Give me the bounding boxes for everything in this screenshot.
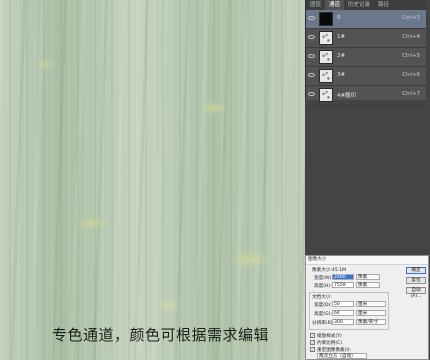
tab-channels[interactable]: 通道 bbox=[325, 0, 345, 10]
pixel-width-input[interactable]: 2480 bbox=[332, 274, 354, 280]
reset-button[interactable]: 复位 bbox=[406, 277, 426, 284]
doc-width-label: 宽度(D): bbox=[314, 303, 332, 308]
auto-button[interactable]: 自动(A)... bbox=[406, 287, 426, 299]
pixel-width-unit-select[interactable]: 像素 bbox=[356, 274, 380, 280]
visibility-eye-icon[interactable] bbox=[308, 54, 315, 58]
pixel-height-input[interactable]: 7559 bbox=[332, 282, 354, 288]
resolution-unit-select[interactable]: 像素/英寸 bbox=[356, 319, 386, 325]
channel-shortcut: Ctrl+3 bbox=[402, 15, 420, 21]
channel-row[interactable]: 2# Ctrl+5 bbox=[306, 48, 426, 67]
channel-shortcut: Ctrl+5 bbox=[402, 53, 420, 59]
resample-checkbox[interactable]: ✓ bbox=[310, 347, 315, 352]
channel-thumbnail bbox=[319, 50, 333, 64]
channel-name: 0 bbox=[337, 15, 341, 21]
channel-thumbnail bbox=[319, 69, 333, 83]
channel-row[interactable]: 3# Ctrl+6 bbox=[306, 67, 426, 86]
channel-shortcut: Ctrl+7 bbox=[402, 91, 420, 97]
image-size-dialog: 图像大小 像素大小:45.1M 宽度(W): 2480 像素 高度(H): 75… bbox=[305, 255, 429, 360]
document-canvas[interactable]: 专色通道，颜色可根据需求编辑 bbox=[0, 0, 305, 360]
doc-height-input[interactable]: 64 bbox=[332, 310, 354, 316]
ok-button[interactable]: 确定 bbox=[406, 267, 426, 274]
visibility-eye-icon[interactable] bbox=[308, 16, 315, 20]
resample-method-select[interactable]: 两次立方（自动） bbox=[317, 353, 367, 359]
constrain-proportions-checkbox[interactable]: ✓ bbox=[310, 340, 315, 345]
scale-styles-checkbox[interactable]: ✓ bbox=[310, 333, 315, 338]
channels-panel: 图层 通道 历史记录 路径 0 Ctrl+3 1# Ctrl+4 2# Ctrl… bbox=[305, 0, 426, 105]
doc-height-label: 高度(G): bbox=[314, 312, 332, 317]
channel-name: 1# bbox=[337, 34, 346, 40]
channel-thumbnail bbox=[319, 31, 333, 45]
dialog-title: 图像大小 bbox=[306, 256, 428, 265]
channel-shortcut: Ctrl+4 bbox=[402, 34, 420, 40]
doc-width-input[interactable]: 50 bbox=[332, 301, 354, 307]
document-size-label: 文档大小: bbox=[312, 295, 332, 300]
doc-width-unit-select[interactable]: 厘米 bbox=[356, 301, 386, 307]
visibility-eye-icon[interactable] bbox=[308, 92, 315, 96]
canvas-caption: 专色通道，颜色可根据需求编辑 bbox=[52, 326, 270, 344]
pixel-height-unit-select[interactable]: 像素 bbox=[356, 282, 380, 288]
channel-thumbnail bbox=[319, 88, 333, 102]
scale-styles-label: 缩放样式(Y) bbox=[317, 334, 342, 339]
visibility-eye-icon[interactable] bbox=[308, 73, 315, 77]
visibility-eye-icon[interactable] bbox=[308, 35, 315, 39]
panel-tabs: 图层 通道 历史记录 路径 bbox=[306, 0, 426, 10]
pixel-height-label: 高度(H): bbox=[314, 284, 332, 289]
channel-thumbnail bbox=[319, 12, 333, 26]
tab-layers[interactable]: 图层 bbox=[306, 0, 325, 10]
channel-row[interactable]: 4#腹印 Ctrl+7 bbox=[306, 86, 426, 105]
channel-shortcut: Ctrl+6 bbox=[402, 72, 420, 78]
constrain-proportions-label: 约束比例(C) bbox=[317, 341, 343, 346]
channel-name: 3# bbox=[337, 72, 346, 78]
doc-height-unit-select[interactable]: 厘米 bbox=[356, 310, 386, 316]
tab-history[interactable]: 历史记录 bbox=[344, 0, 374, 10]
resolution-input[interactable]: 300 bbox=[332, 319, 354, 325]
resolution-label: 分辨率(R): bbox=[312, 321, 335, 326]
channel-name: 2# bbox=[337, 53, 346, 59]
tab-paths[interactable]: 路径 bbox=[374, 0, 393, 10]
pixel-size-label: 像素大小:45.1M bbox=[312, 268, 347, 273]
channel-name: 4#腹印 bbox=[337, 93, 357, 99]
channel-row[interactable]: 0 Ctrl+3 bbox=[306, 10, 426, 29]
channel-row[interactable]: 1# Ctrl+4 bbox=[306, 29, 426, 48]
pixel-width-label: 宽度(W): bbox=[314, 276, 333, 281]
